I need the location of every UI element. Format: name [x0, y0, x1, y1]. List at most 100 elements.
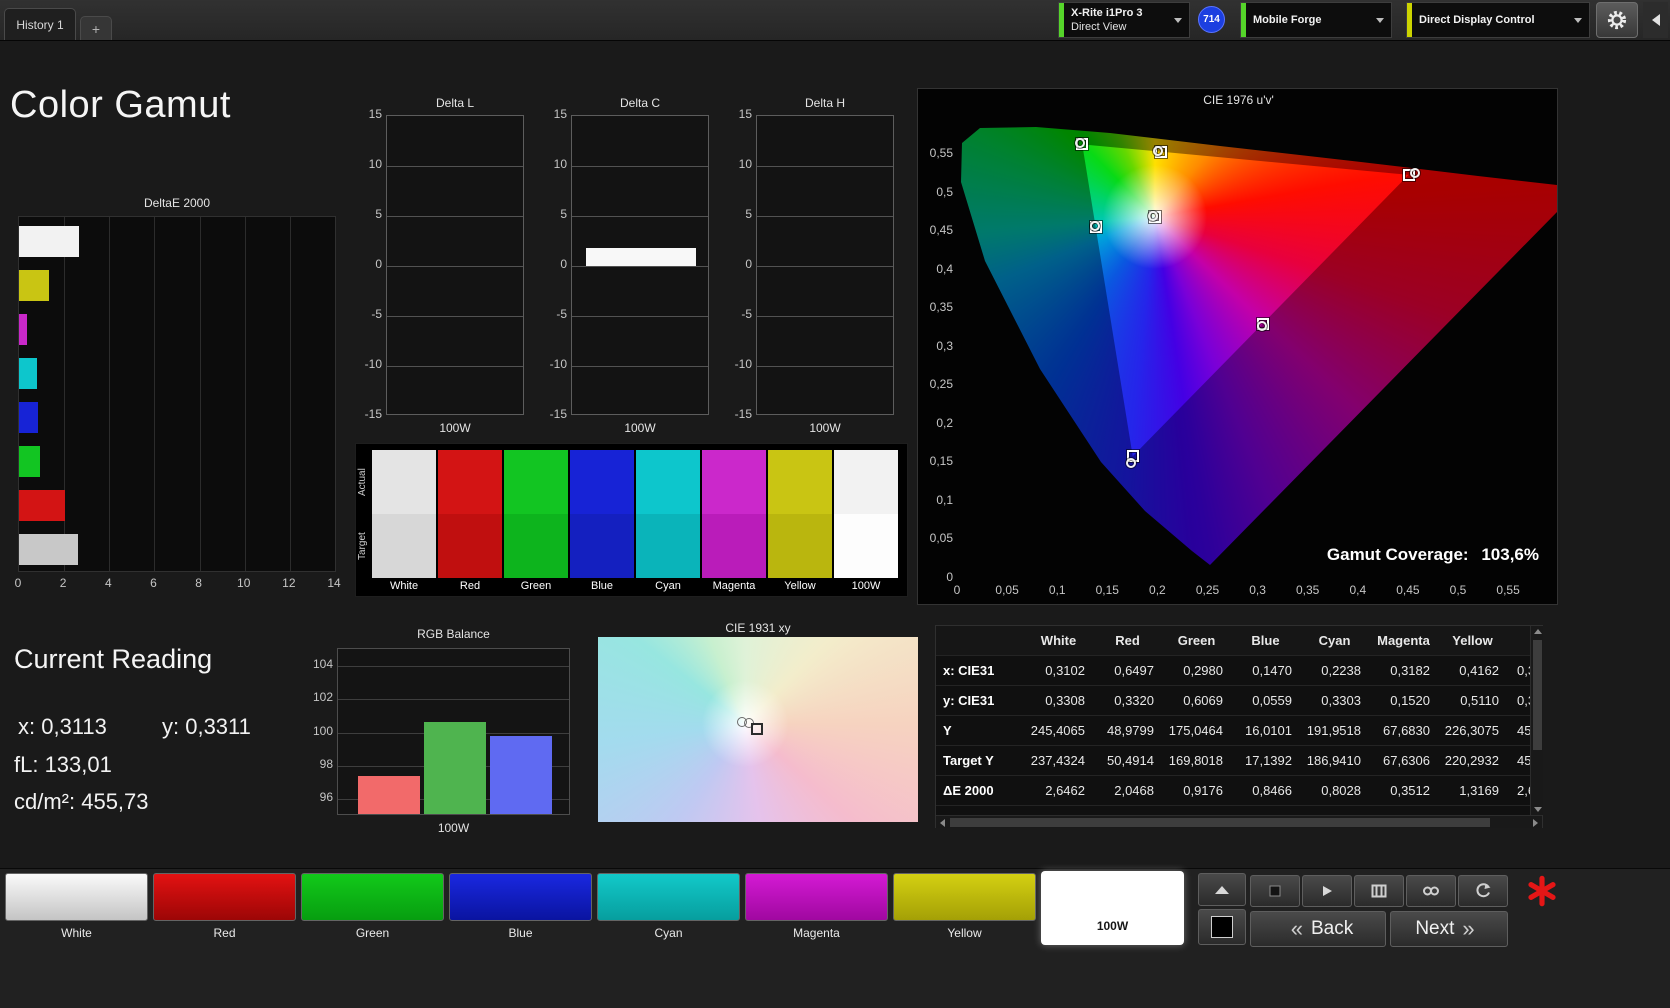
meter-device-mode: Direct View — [1071, 21, 1127, 33]
source-device-name: Mobile Forge — [1253, 13, 1322, 26]
repeat-button[interactable] — [1458, 875, 1508, 907]
scroll-up-icon[interactable] — [1534, 629, 1542, 634]
cie1976-xtick: 0,35 — [1296, 583, 1320, 597]
chevrons-right-icon: » — [1462, 916, 1475, 941]
delta-ytick: 0 — [560, 257, 567, 271]
rgb-bar-green — [423, 722, 486, 814]
pattern-window-button[interactable] — [1198, 909, 1246, 945]
swatch-column-cyan: Cyan — [636, 450, 700, 594]
delta-ytick: 5 — [560, 207, 567, 221]
deltae-bar-yellow — [19, 270, 49, 301]
swatch-column-green: Green — [504, 450, 568, 594]
patch-button-100w[interactable]: 100W — [1041, 871, 1184, 945]
patch-label: White — [61, 926, 92, 940]
table-cell: 8,4021 — [1231, 806, 1300, 815]
swatch-target-green — [504, 514, 568, 578]
pattern-up-button[interactable] — [1198, 873, 1246, 906]
chevrons-left-icon: « — [1290, 916, 1303, 941]
chevron-down-icon — [1376, 17, 1384, 23]
deltae-xtick: 8 — [195, 576, 202, 590]
delta-gridline — [572, 316, 708, 317]
table-cell: 245,4065 — [1030, 723, 1085, 738]
rgb-bar-blue — [489, 736, 552, 814]
table-cell: 0,6069 — [1183, 693, 1223, 708]
measurement-marker-blue — [1126, 458, 1137, 469]
patch-button-cyan[interactable]: Cyan — [597, 873, 740, 941]
table-cell: 48,9799 — [1107, 723, 1154, 738]
swatch-actual-magenta — [702, 450, 766, 514]
table-cell: 0,8028 — [1321, 783, 1361, 798]
meter-device-dropdown[interactable]: X-Rite i1Pro 3 Direct View — [1058, 2, 1190, 38]
app-root: History 1 + X-Rite i1Pro 3 Direct View 7… — [0, 0, 1670, 1008]
deltae-xtick: 0 — [14, 576, 22, 590]
patch-button-green[interactable]: Green — [301, 873, 444, 941]
cie1976-ytick: 0,25 — [929, 377, 953, 392]
delta-gridline — [387, 366, 523, 367]
save-button[interactable] — [1354, 875, 1404, 907]
table-cell: 226,3075 — [1444, 723, 1499, 738]
measurement-marker-red — [1410, 167, 1421, 178]
swatch-actual-green — [504, 450, 568, 514]
patch-button-magenta[interactable]: Magenta — [745, 873, 888, 941]
table-vertical-scrollbar[interactable] — [1530, 626, 1543, 815]
rgb-ytick: 102 — [312, 690, 333, 705]
tab-history-1[interactable]: History 1 — [4, 8, 76, 40]
swatch-target-white — [372, 514, 436, 578]
delta-ytick: 10 — [738, 157, 752, 171]
chart-title: Delta H — [804, 96, 845, 110]
table-cell: 2,1504 — [1300, 806, 1369, 815]
stop-icon — [1269, 885, 1281, 897]
display-control-dropdown[interactable]: Direct Display Control — [1406, 2, 1590, 38]
table-cell: 2,6 — [1517, 783, 1530, 798]
table-col-header: Green — [1177, 633, 1216, 648]
patch-swatch-green — [301, 873, 444, 921]
delta-ytick: -5 — [556, 307, 567, 321]
stop-button[interactable] — [1250, 875, 1300, 907]
table-cell: 1,3169 — [1459, 783, 1499, 798]
plot-area — [386, 115, 524, 415]
infinity-icon — [1423, 886, 1439, 896]
table-cell: 186,9410 — [1306, 753, 1361, 768]
next-button[interactable]: Next » — [1390, 911, 1508, 947]
deltae2000-plot — [18, 216, 336, 572]
back-button[interactable]: « Back — [1250, 911, 1386, 947]
swatch-column-blue: Blue — [570, 450, 634, 594]
scroll-thumb[interactable] — [1533, 640, 1542, 750]
scroll-thumb[interactable] — [950, 818, 1490, 827]
meter-device-name: X-Rite i1Pro 3 — [1071, 6, 1143, 19]
collapse-panel-button[interactable] — [1643, 2, 1668, 38]
rgb-ytick: 98 — [319, 756, 333, 771]
patch-button-red[interactable]: Red — [153, 873, 296, 941]
chevron-down-icon — [1574, 17, 1582, 23]
x-axis-label: 100W — [437, 821, 470, 835]
patch-button-white[interactable]: White — [5, 873, 148, 941]
table-horizontal-scrollbar[interactable] — [936, 815, 1542, 828]
gamut-coverage: Gamut Coverage: 103,6% — [1319, 545, 1539, 565]
table-row: ΔE 2000 2,6462 2,0468 0,9176 0,8466 0,8028 0,3… — [936, 776, 1530, 806]
source-device-dropdown[interactable]: Mobile Forge — [1240, 2, 1392, 38]
table-cell: 191,9518 — [1306, 723, 1361, 738]
patch-swatch-magenta — [745, 873, 888, 921]
continuous-measure-button[interactable] — [1406, 875, 1456, 907]
swatch-label: Blue — [590, 580, 614, 592]
scroll-left-icon[interactable] — [940, 819, 945, 827]
actual-target-swatch-strip: Actual Target White Red Green Blue Cyan Magen… — [355, 443, 908, 597]
deltae-xtick: 2 — [59, 576, 67, 590]
patch-button-blue[interactable]: Blue — [449, 873, 592, 941]
reading-x: x: 0,3113 — [18, 714, 107, 739]
patch-button-yellow[interactable]: Yellow — [893, 873, 1036, 941]
cie1976-ytick: 0,55 — [929, 145, 953, 160]
settings-button[interactable] — [1596, 2, 1638, 38]
bottom-bar: White Red Green Blue Cyan Magenta Yellow 100W — [0, 868, 1670, 1008]
deltae-gridline — [244, 217, 246, 571]
table-cell: 0,2238 — [1321, 663, 1361, 678]
scroll-right-icon[interactable] — [1533, 819, 1538, 827]
table-cell: 0,2980 — [1183, 663, 1223, 678]
cie1976-ytick: 0,2 — [936, 415, 953, 430]
table-row-label: ΔE ITP — [936, 806, 1024, 815]
new-tab-button[interactable]: + — [80, 16, 112, 40]
measure-button[interactable] — [1302, 875, 1352, 907]
table-cell: 45 — [1517, 753, 1530, 768]
table-cell: 0,3308 — [1045, 693, 1085, 708]
scroll-down-icon[interactable] — [1534, 807, 1542, 812]
